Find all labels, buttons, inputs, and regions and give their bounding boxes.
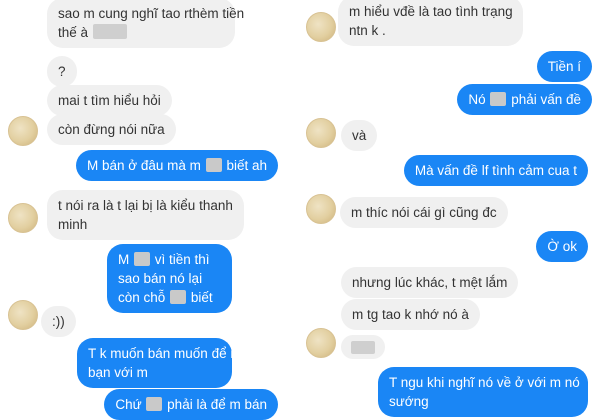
- message-incoming: [341, 335, 385, 359]
- message-incoming: m hiểu vđề là tao tình trạng ntn k .: [338, 0, 523, 46]
- contact-avatar-icon[interactable]: [306, 194, 336, 224]
- message-text: minh: [58, 217, 88, 232]
- redaction-blur: [351, 340, 375, 354]
- message-incoming: nhưng lúc khác, t mệt lắm: [341, 267, 519, 298]
- message-text: biết: [190, 290, 213, 305]
- message-incoming: mai t tìm hiểu hỏi: [47, 85, 172, 116]
- message-text: phải là để m bán: [167, 397, 267, 412]
- message-incoming: m thíc nói cái gì cũng đc: [340, 197, 508, 228]
- message-text: t nói ra là t lại bị là kiểu thanh: [58, 198, 233, 213]
- message-incoming: và: [341, 120, 378, 151]
- message-text: ?: [58, 64, 66, 79]
- message-text: T k muốn bán muốn để nó bầu: [88, 346, 272, 361]
- message-incoming: t nói ra là t lại bị là kiểu thanh minh: [47, 190, 244, 240]
- contact-avatar-icon[interactable]: [8, 300, 38, 330]
- message-text: sao m cung nghĩ tao rthèm tiền: [58, 6, 245, 21]
- redaction-blur: [134, 252, 151, 266]
- message-incoming: :)): [41, 306, 76, 337]
- message-text: :)): [52, 314, 65, 329]
- message-incoming: còn đừng nói nữa: [47, 114, 176, 145]
- message-text: sướng: [389, 394, 429, 409]
- message-text: m hiểu vđề là tao tình trạng: [349, 4, 513, 19]
- message-text: ntn k .: [349, 23, 386, 38]
- message-text: m tg tao k nhớ nó à: [352, 307, 469, 322]
- message-text: m thíc nói cái gì cũng đc: [351, 205, 497, 220]
- message-incoming: ?: [47, 56, 77, 87]
- message-outgoing: M bán ở đâu mà m biết ah: [76, 150, 278, 181]
- message-outgoing: Mà vấn đề lf tình cảm cua t: [403, 155, 588, 186]
- contact-avatar-icon[interactable]: [306, 118, 336, 148]
- redaction-blur: [92, 24, 127, 39]
- redaction-blur: [146, 397, 163, 411]
- redaction-blur: [170, 290, 187, 304]
- right-chat-panel: m hiểu vđề là tao tình trạng ntn k . Tiề…: [304, 0, 600, 420]
- message-text: M bán ở đâu mà m: [87, 158, 201, 173]
- left-chat-panel: sao m cung nghĩ tao rthèm tiền thế à ? m…: [0, 0, 298, 420]
- contact-avatar-icon[interactable]: [8, 203, 38, 233]
- message-outgoing: T k muốn bán muốn để nó bầu bạn với m: [77, 338, 272, 388]
- contact-avatar-icon[interactable]: [306, 12, 336, 42]
- message-outgoing: Chứ phải là để m bán: [104, 389, 278, 420]
- message-text: M: [118, 252, 130, 267]
- message-outgoing: Ờ ok: [536, 231, 588, 262]
- message-text: nhưng lúc khác, t mệt lắm: [352, 275, 508, 290]
- contact-avatar-icon[interactable]: [306, 328, 336, 358]
- message-text: biết ah: [226, 158, 267, 173]
- message-incoming: m tg tao k nhớ nó à: [341, 299, 480, 330]
- message-incoming: sao m cung nghĩ tao rthèm tiền thế à: [47, 0, 244, 48]
- message-text: và: [352, 128, 367, 143]
- message-text: Nó: [468, 92, 486, 107]
- message-outgoing: Nó phải vấn đề: [457, 84, 592, 115]
- message-text: T ngu khi nghĩ nó về ở với m nó: [389, 375, 580, 390]
- message-text: mai t tìm hiểu hỏi: [58, 93, 161, 108]
- contact-avatar-icon[interactable]: [8, 116, 38, 146]
- message-text: phải vấn đề: [511, 92, 581, 107]
- message-text: thế à: [58, 25, 89, 40]
- message-text: Chứ: [115, 397, 142, 412]
- message-text: Mà vấn đề lf tình cảm cua t: [414, 163, 577, 178]
- message-outgoing: Tiền í: [536, 51, 592, 82]
- message-text: Ờ ok: [547, 239, 577, 254]
- message-text: vì tiền thì sao bán nó lại: [118, 252, 210, 286]
- message-text: còn đừng nói nữa: [58, 122, 165, 137]
- redaction-blur: [205, 158, 222, 172]
- redaction-blur: [490, 92, 507, 106]
- message-text: bạn với m: [88, 365, 148, 380]
- message-outgoing: T ngu khi nghĩ nó về ở với m nó sướng: [378, 367, 588, 417]
- message-text: còn chỗ: [118, 290, 166, 305]
- message-outgoing: M vì tiền thì sao bán nó lại còn chỗ biế…: [107, 244, 232, 313]
- message-text: Tiền í: [547, 59, 581, 74]
